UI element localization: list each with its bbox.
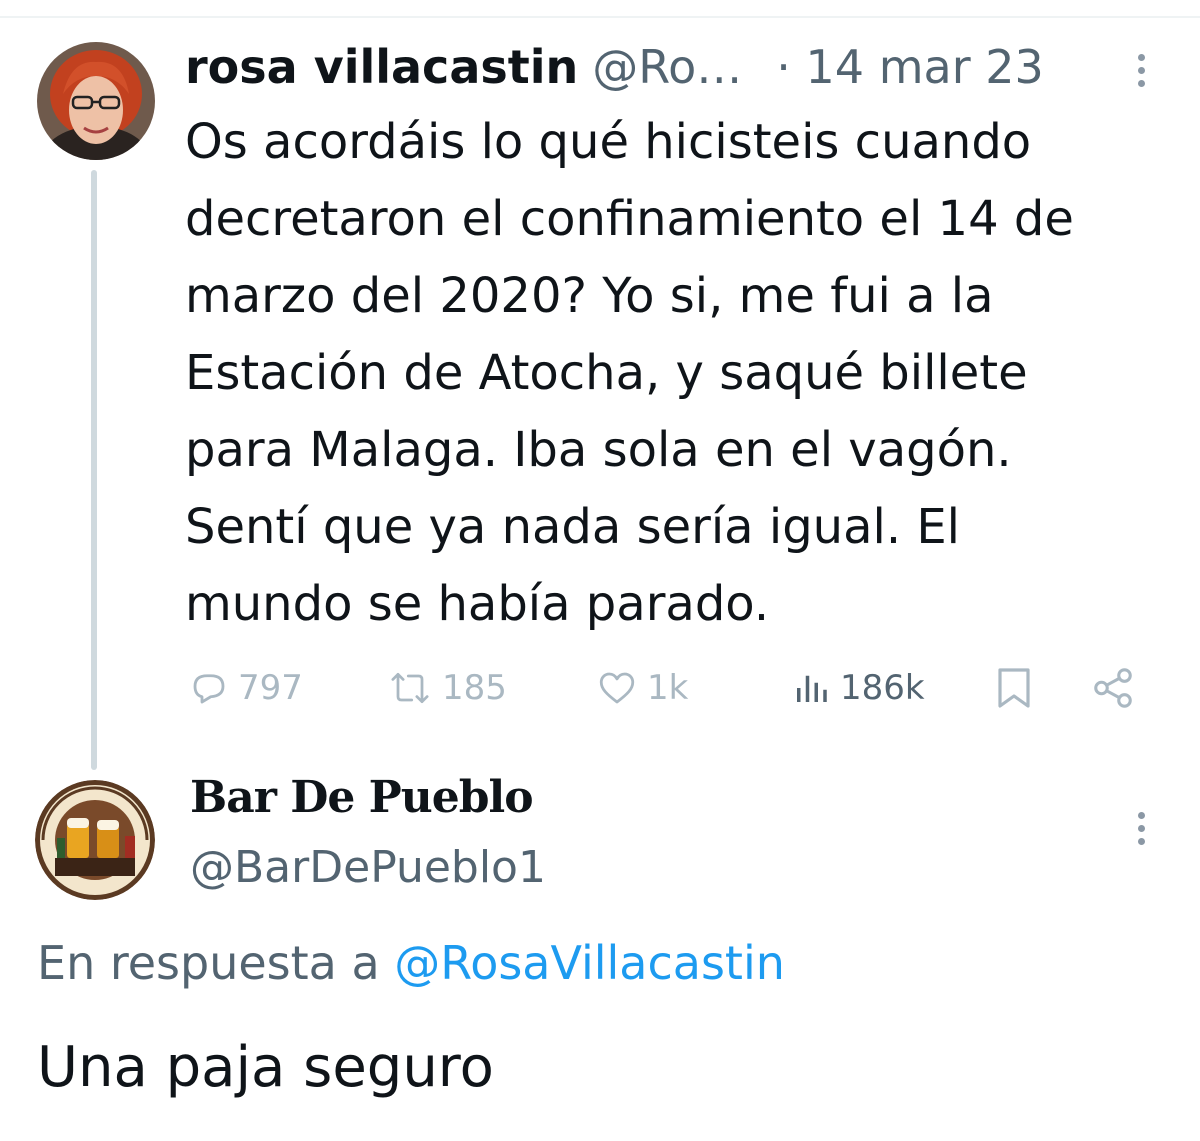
bookmark-icon — [998, 668, 1030, 708]
tweet-text-line: Os acordáis lo qué hicisteis cuando — [185, 114, 1032, 170]
reply-icon — [193, 674, 225, 704]
share-icon — [1094, 668, 1132, 708]
tweet-text-line: para Malaga. Iba sola en el vagón. — [185, 422, 1012, 478]
views-count: 186k — [840, 668, 925, 708]
author-name[interactable]: rosa villacastin — [185, 40, 578, 94]
heart-icon — [599, 672, 635, 704]
reply-context-prefix: En respuesta a — [37, 936, 395, 990]
views-button[interactable]: 186k — [790, 660, 925, 716]
reply-count: 797 — [238, 668, 303, 708]
reply-text: Una paja seguro — [37, 1035, 494, 1100]
reply-author-name[interactable]: Bar De Pueblo — [190, 772, 534, 823]
tweet-text-line: mundo se había parado. — [185, 576, 770, 632]
retweet-button[interactable]: 185 — [386, 660, 507, 716]
bookmark-button[interactable] — [994, 660, 1034, 716]
avatar-bar-de-pueblo[interactable] — [35, 780, 155, 900]
reply-mention-link[interactable]: @RosaVillacastin — [394, 936, 785, 990]
like-count: 1k — [647, 668, 689, 708]
author-handle[interactable]: @Ro… — [592, 40, 742, 94]
tweet-text-line: decretaron el confinamiento el 14 de — [185, 191, 1074, 247]
more-options-icon[interactable] — [1136, 54, 1146, 87]
tweet-text-line: Sentí que ya nada sería igual. El — [185, 499, 961, 555]
tweet-text-line: marzo del 2020? Yo si, me fui a la — [185, 268, 994, 324]
tweet-date[interactable]: · 14 mar 23 — [776, 40, 1043, 94]
views-icon — [797, 675, 827, 702]
share-button[interactable] — [1090, 660, 1136, 716]
top-divider — [0, 16, 1200, 18]
tweet-header: rosa villacastin @Ro… · 14 mar 23 — [185, 32, 1044, 102]
tweet-text-line: Estación de Atocha, y saqué billete — [185, 345, 1028, 401]
avatar-rosa-villacastin[interactable] — [37, 42, 155, 160]
reply-button[interactable]: 797 — [188, 660, 303, 716]
tweet-text: Os acordáis lo qué hicisteis cuando decr… — [185, 104, 1175, 643]
more-options-icon[interactable] — [1136, 812, 1146, 845]
thread-line — [91, 170, 97, 770]
reply-author-handle[interactable]: @BarDePueblo1 — [190, 842, 546, 893]
avatar-photo — [37, 42, 155, 160]
retweet-count: 185 — [442, 668, 507, 708]
reply-context: En respuesta a @RosaVillacastin — [37, 936, 785, 990]
like-button[interactable]: 1k — [595, 660, 688, 716]
bar-de-pueblo-logo — [35, 780, 155, 900]
retweet-icon — [391, 672, 429, 704]
